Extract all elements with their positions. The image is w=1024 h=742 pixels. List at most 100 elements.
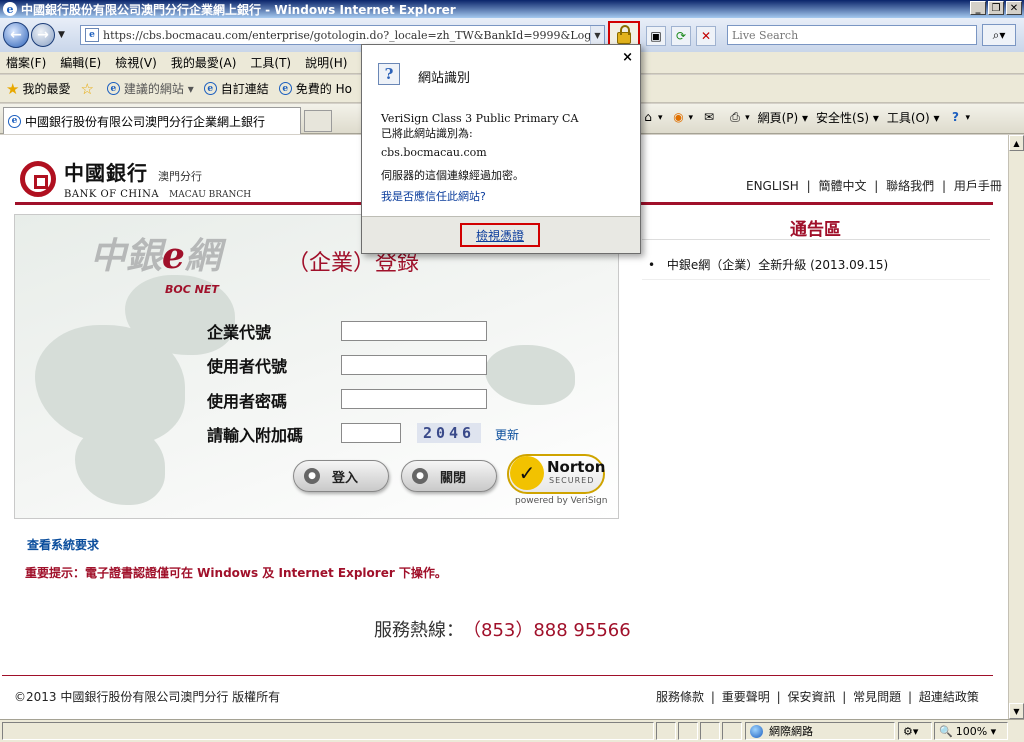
favorites-button[interactable]: ★ 我的最愛 — [6, 80, 70, 98]
password-input[interactable] — [341, 389, 487, 409]
separator: | — [842, 690, 847, 704]
link-simplified-chinese[interactable]: 簡體中文 — [818, 179, 866, 193]
company-code-input[interactable] — [341, 321, 487, 341]
address-dropdown-icon[interactable]: ▼ — [590, 26, 604, 44]
popup-close-button[interactable]: × — [622, 50, 633, 65]
logo-cn-branch: 澳門分行 — [158, 170, 202, 183]
notice-title: 通告區 — [790, 220, 841, 240]
link-english[interactable]: ENGLISH — [746, 179, 799, 193]
hotline-number: （853）888 95566 — [472, 620, 631, 641]
fav-label: 自訂連結 — [220, 82, 269, 96]
feeds-icon[interactable]: ◉ — [671, 110, 687, 126]
add-favorite-button[interactable]: ☆ — [80, 80, 96, 98]
scroll-up-icon[interactable]: ▲ — [1009, 135, 1024, 151]
minimize-button[interactable]: _ — [970, 1, 986, 15]
refresh-button[interactable]: ⟳ — [671, 26, 691, 46]
scroll-down-icon[interactable]: ▼ — [1009, 703, 1024, 719]
trust-site-link[interactable]: 我是否應信任此網站? — [381, 188, 486, 204]
stop-button[interactable]: ✕ — [696, 26, 716, 46]
fav-suggested-sites[interactable]: e 建議的網站 ▾ — [106, 80, 194, 97]
link-hyperlink-policy[interactable]: 超連結政策 — [919, 690, 979, 704]
menu-favorites[interactable]: 我的最愛(A) — [171, 54, 237, 71]
link-security-info[interactable]: 保安資訊 — [787, 690, 835, 704]
login-panel: 中銀e網 BOC NET （企業）登錄 企業代號 使用者代號 使用者密碼 請輸入… — [14, 214, 619, 519]
page-menu[interactable]: 網頁(P) ▾ — [758, 109, 808, 126]
service-hotline: 服務熱線： （853）888 95566 — [374, 616, 631, 642]
status-panel — [678, 722, 698, 740]
vertical-scrollbar[interactable]: ▲ ▼ — [1008, 135, 1024, 719]
security-menu[interactable]: 安全性(S) ▾ — [816, 109, 879, 126]
history-dropdown-icon[interactable]: ▼ — [58, 30, 65, 40]
ie-page-icon: e — [8, 114, 21, 128]
zone-label: 網際網路 — [769, 725, 813, 738]
notice-item[interactable]: • 中銀e網（企業）全新升級 (2013.09.15) — [648, 256, 888, 273]
back-button[interactable]: ← — [3, 22, 29, 48]
brand-subtitle: BOC NET — [165, 283, 219, 296]
status-panel — [700, 722, 720, 740]
compatibility-view-button[interactable]: ▣ — [646, 26, 666, 46]
internet-zone-icon — [750, 724, 763, 738]
home-icon[interactable]: ⌂ — [640, 110, 656, 126]
user-code-input[interactable] — [341, 355, 487, 375]
menu-help[interactable]: 說明(H) — [305, 54, 347, 71]
boc-logo[interactable]: 中國銀行 澳門分行 BANK OF CHINA MACAU BRANCH — [20, 157, 251, 200]
menu-tools[interactable]: 工具(T) — [250, 54, 291, 71]
fav-custom-links[interactable]: e 自訂連結 — [203, 80, 269, 97]
copyright: ©2013 中國銀行股份有限公司澳門分行 版權所有 — [14, 690, 281, 704]
top-links: ENGLISH | 簡體中文 | 聯絡我們 | 用戶手冊 — [744, 177, 1004, 194]
close-icon: ● — [412, 468, 428, 484]
mail-icon[interactable]: ✉ — [701, 110, 717, 126]
separator: | — [874, 179, 879, 193]
status-panel — [656, 722, 676, 740]
tools-menu[interactable]: 工具(O) ▾ — [887, 109, 940, 126]
close-window-button[interactable]: ✕ — [1006, 1, 1022, 15]
link-faq[interactable]: 常見問題 — [853, 690, 901, 704]
help-icon[interactable]: ? — [948, 110, 964, 126]
separator: | — [908, 690, 913, 704]
lock-icon — [617, 25, 631, 44]
search-button[interactable]: ⌕▾ — [982, 24, 1016, 46]
protected-mode-button[interactable]: ⚙▾ — [898, 722, 932, 740]
fav-free-hotmail[interactable]: e 免費的 Ho — [278, 80, 352, 97]
brand-left: 中銀 — [90, 235, 163, 277]
link-terms[interactable]: 服務條款 — [656, 690, 704, 704]
search-input[interactable]: Live Search — [727, 25, 977, 45]
notice-bullet: • — [648, 258, 656, 272]
close-button[interactable]: ● 關閉 — [401, 460, 497, 492]
link-disclaimer[interactable]: 重要聲明 — [722, 690, 770, 704]
address-bar[interactable]: e https://cbs.bocmacau.com/enterprise/go… — [80, 25, 605, 45]
zoom-button[interactable]: 🔍 100% ▾ — [934, 722, 1008, 740]
website-identification-popup: × ? 網站識別 VeriSign Class 3 Public Primary… — [361, 44, 641, 254]
forward-button[interactable]: → — [31, 23, 55, 47]
popup-title: 網站識別 — [418, 71, 471, 86]
separator: | — [806, 179, 811, 193]
add-favorite-icon: ☆ — [80, 79, 94, 98]
boc-net-brand: 中銀e網 — [90, 227, 221, 279]
system-requirements-link[interactable]: 查看系統要求 — [27, 536, 99, 553]
popup-footer: 檢視憑證 — [362, 216, 640, 253]
print-icon[interactable]: ⎙ — [727, 110, 743, 126]
link-user-manual[interactable]: 用戶手冊 — [954, 179, 1002, 193]
menu-edit[interactable]: 編輯(E) — [60, 54, 101, 71]
separator: | — [710, 690, 715, 704]
link-contact-us[interactable]: 聯絡我們 — [886, 179, 934, 193]
popup-ca-name: VeriSign Class 3 Public Primary CA — [381, 112, 579, 125]
url-text[interactable]: https://cbs.bocmacau.com/enterprise/goto… — [103, 29, 590, 42]
footer-divider — [2, 675, 993, 676]
captcha-refresh-link[interactable]: 更新 — [495, 426, 519, 443]
norton-secured: SECURED — [549, 476, 595, 485]
view-certificate-link[interactable]: 檢視憑證 — [460, 223, 540, 247]
restore-button[interactable]: ❐ — [988, 1, 1004, 15]
captcha-image: 2046 — [417, 423, 481, 443]
new-tab-button[interactable] — [304, 110, 332, 132]
captcha-input[interactable] — [341, 423, 401, 443]
norton-secured-seal[interactable]: ✓ Norton SECURED powered by VeriSign — [507, 452, 609, 510]
menu-file[interactable]: 檔案(F) — [6, 54, 46, 71]
logo-text: 中國銀行 澳門分行 BANK OF CHINA MACAU BRANCH — [64, 157, 251, 200]
tab-active[interactable]: e 中國銀行股份有限公司澳門分行企業網上銀行 — [3, 107, 301, 134]
certificate-info-icon: ? — [378, 63, 400, 85]
security-zone[interactable]: 網際網路 — [745, 722, 895, 740]
menu-view[interactable]: 檢視(V) — [115, 54, 157, 71]
favorites-label: 我的最愛 — [22, 82, 71, 96]
login-button[interactable]: ● 登入 — [293, 460, 389, 492]
